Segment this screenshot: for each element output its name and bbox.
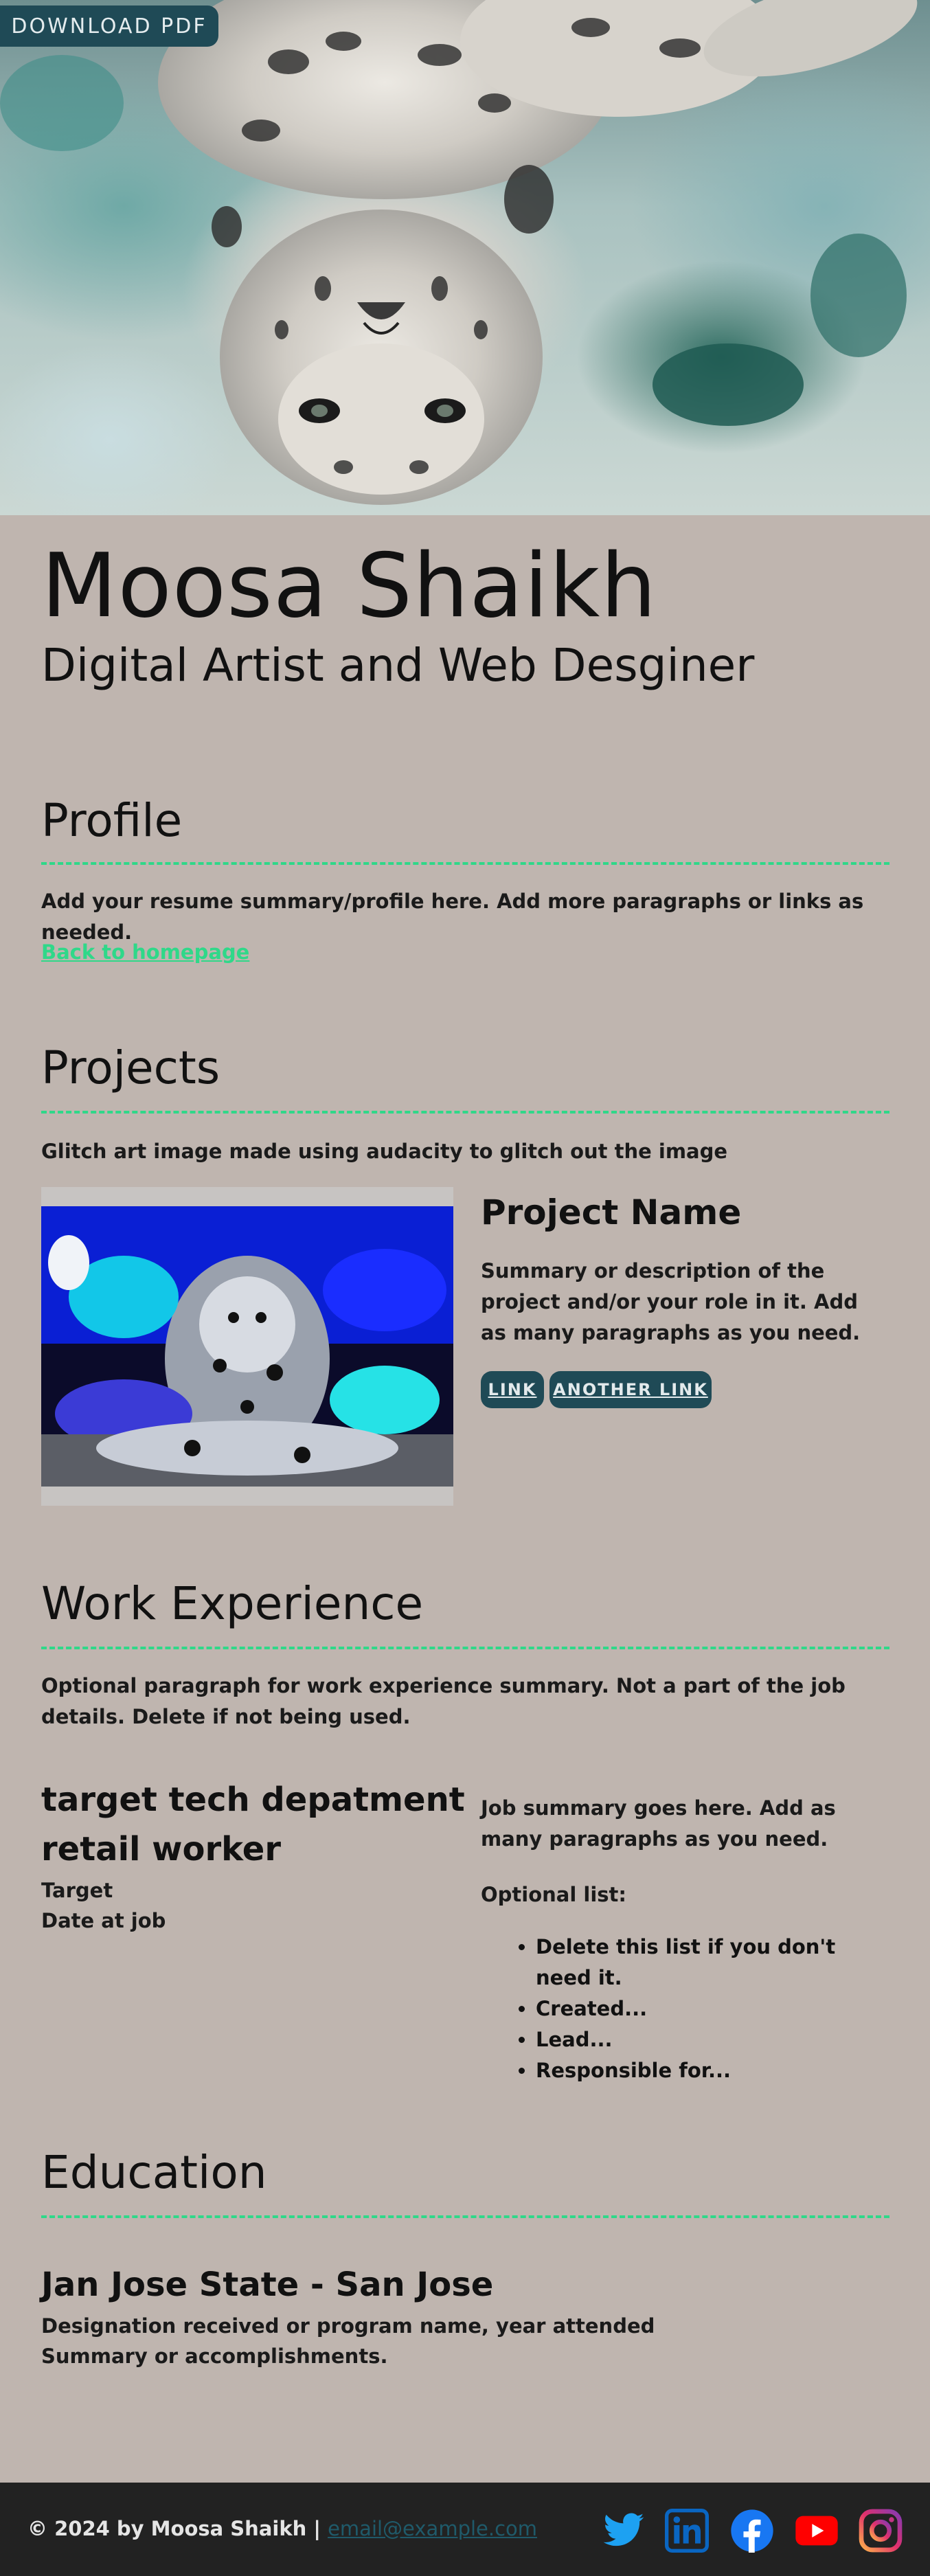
facebook-icon[interactable] [730, 2509, 774, 2553]
back-to-homepage-link[interactable]: Back to homepage [41, 937, 249, 968]
job-list-label: Optional list: [481, 1883, 626, 1906]
projects-divider [41, 1111, 889, 1114]
page-title: Moosa Shaikh [41, 535, 657, 637]
work-experience-intro: Optional paragraph for work experience s… [41, 1674, 846, 1728]
projects-intro: Glitch art image made using audacity to … [41, 1140, 728, 1163]
education-summary: Summary or accomplishments. [41, 2345, 388, 2368]
job-role: retail worker [41, 1830, 282, 1868]
page-subtitle: Digital Artist and Web Desginer [41, 639, 755, 692]
youtube-icon[interactable] [795, 2509, 839, 2553]
footer-copyright: © 2024 by Moosa Shaikh | email@example.c… [27, 2517, 537, 2540]
snow-leopard-image [0, 0, 918, 505]
email-link[interactable]: email@example.com [328, 2517, 537, 2540]
instagram-icon[interactable] [859, 2509, 903, 2553]
work-experience-divider [41, 1647, 889, 1649]
school-name: Jan Jose State - San Jose [41, 2266, 494, 2304]
project-another-link-button[interactable]: ANOTHER LINK [549, 1371, 712, 1408]
download-pdf-button[interactable]: DOWNLOAD PDF [0, 5, 218, 47]
copyright-text: © 2024 by Moosa Shaikh | [27, 2517, 321, 2540]
projects-heading: Projects [41, 1041, 220, 1094]
list-item: Lead... [536, 2024, 889, 2055]
hero-banner-image: DOWNLOAD PDF [0, 0, 930, 515]
job-title: target tech depatment [41, 1781, 465, 1819]
project-summary: Summary or description of the project an… [481, 1259, 861, 1344]
job-date: Date at job [41, 1909, 166, 1932]
twitter-icon[interactable] [602, 2509, 646, 2553]
education-designation: Designation received or program name, ye… [41, 2314, 655, 2338]
work-experience-heading: Work Experience [41, 1577, 424, 1630]
list-item: Delete this list if you don't need it. [536, 1932, 889, 1993]
linkedin-icon[interactable] [665, 2509, 709, 2553]
project-name: Project Name [481, 1193, 742, 1232]
list-item: Created... [536, 1993, 889, 2024]
job-responsibilities-list: Delete this list if you don't need it. C… [536, 1932, 889, 2086]
project-link-button[interactable]: LINK [481, 1371, 544, 1408]
job-company: Target [41, 1879, 113, 1902]
footer: © 2024 by Moosa Shaikh | email@example.c… [0, 2483, 930, 2576]
profile-divider [41, 862, 889, 865]
education-heading: Education [41, 2146, 267, 2199]
list-item: Responsible for... [536, 2055, 889, 2086]
education-divider [41, 2215, 889, 2218]
profile-heading: Profile [41, 794, 183, 847]
job-summary: Job summary goes here. Add as many parag… [481, 1796, 836, 1851]
glitched-leopard-art [41, 1206, 453, 1487]
project-image [41, 1187, 453, 1506]
